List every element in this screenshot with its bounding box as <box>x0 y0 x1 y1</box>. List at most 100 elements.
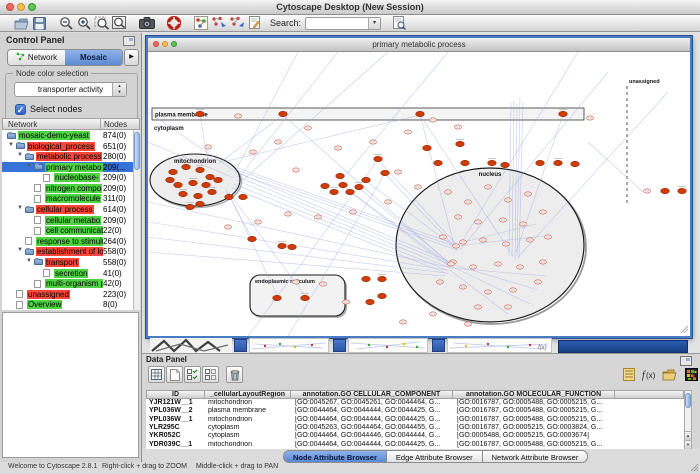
tab-mosaic[interactable]: Mosaic <box>65 50 122 65</box>
network-tree-header[interactable]: Network Nodes <box>2 118 140 130</box>
network-node[interactable] <box>501 162 510 167</box>
network-node[interactable] <box>336 173 345 178</box>
active-minimized-bar[interactable] <box>558 340 688 353</box>
table-header-cell[interactable]: ID <box>146 390 205 399</box>
tree-row[interactable]: cellular metabo209(0) <box>2 215 133 226</box>
network-node[interactable] <box>366 299 375 304</box>
annotation-icon[interactable] <box>246 15 264 31</box>
dropdown-stepper-icon[interactable]: ▲▼ <box>112 83 126 96</box>
network-node[interactable] <box>174 182 183 187</box>
network-node[interactable] <box>362 177 371 182</box>
network-node[interactable] <box>166 177 175 182</box>
overview-thumbnail[interactable] <box>150 338 232 353</box>
network-node[interactable] <box>339 182 348 187</box>
function-builder-icon[interactable]: f(x) <box>641 367 657 382</box>
network-node[interactable] <box>208 189 217 194</box>
tree-expand-icon[interactable]: ▼ <box>17 152 23 158</box>
table-row[interactable]: YLR295Ccytoplasm[GO:0045263, GO:0044464,… <box>146 424 684 432</box>
network-node[interactable] <box>273 295 282 300</box>
help-lifesaver-icon[interactable] <box>165 15 183 31</box>
tree-row[interactable]: ▼primary metabo209(... <box>2 162 133 173</box>
table-scrollbar-thumb[interactable] <box>685 393 691 408</box>
tree-expand-icon[interactable]: ▼ <box>17 247 23 253</box>
search-input[interactable]: ▾ <box>305 17 381 30</box>
network-node[interactable] <box>423 145 432 150</box>
network-window-titlebar[interactable]: primary metabolic process <box>148 38 690 52</box>
network-node[interactable] <box>416 111 425 116</box>
select-attributes-icon[interactable] <box>184 366 201 383</box>
zoom-selected-icon[interactable] <box>93 15 111 31</box>
tree-row[interactable]: ▼cellular process614(0) <box>2 204 133 215</box>
network-node[interactable] <box>661 188 670 193</box>
network-node[interactable] <box>278 243 287 248</box>
network-node[interactable] <box>571 161 580 166</box>
zoom-in-icon[interactable] <box>75 15 93 31</box>
tree-row[interactable]: response to stimulu264(0) <box>2 236 133 247</box>
network-node[interactable] <box>536 160 545 165</box>
tree-row[interactable]: ▼biological_process651(0) <box>2 141 133 152</box>
tree-scrollbar-thumb[interactable] <box>134 132 140 170</box>
region-plasma-membrane[interactable] <box>152 108 584 120</box>
table-row[interactable]: YDR039C__1mitochondrion[GO:0044464, GO:0… <box>146 441 684 449</box>
table-row[interactable]: YPL036W__2plasma membrane[GO:0044464, GO… <box>146 407 684 415</box>
tree-row[interactable]: unassigned223(0) <box>2 289 133 300</box>
tree-expand-icon[interactable]: ▼ <box>26 163 32 169</box>
tree-row[interactable]: ▼establishment of lo558(0) <box>2 246 133 257</box>
table-scrollbar[interactable]: ▲ ▼ <box>684 390 692 449</box>
tree-row[interactable]: ▼metabolic process280(0) <box>2 151 133 162</box>
network-node[interactable] <box>225 194 234 199</box>
network-node[interactable] <box>179 191 188 196</box>
network-node[interactable] <box>488 160 497 165</box>
network-node[interactable] <box>355 184 364 189</box>
tree-row[interactable]: nucleobase-209(0) <box>2 172 133 183</box>
network-node[interactable] <box>554 160 563 165</box>
network-node[interactable] <box>381 170 390 175</box>
vizmapper-icon[interactable] <box>192 15 210 31</box>
network-node[interactable] <box>196 111 205 116</box>
tab-overflow-button[interactable]: ▶ <box>124 49 139 66</box>
network-node[interactable] <box>169 169 178 174</box>
float-panel-icon[interactable] <box>123 36 135 46</box>
tree-row[interactable]: multi-organism pro42(0) <box>2 278 133 289</box>
network-node[interactable] <box>239 194 248 199</box>
network-node[interactable] <box>434 160 443 165</box>
tree-row[interactable]: mosaic-demo-yeast874(0) <box>2 130 133 141</box>
region-nucleus[interactable] <box>396 168 584 322</box>
attribute-grid-icon[interactable] <box>148 366 165 383</box>
network-node[interactable] <box>202 182 211 187</box>
network-canvas[interactable]: plasma membranecytoplasmmitochondrionnuc… <box>148 52 690 336</box>
network-node[interactable] <box>279 111 288 116</box>
tree-expand-icon[interactable]: ▼ <box>17 205 23 211</box>
network-node[interactable] <box>301 295 310 300</box>
search-doc-icon[interactable] <box>390 15 408 31</box>
table-row[interactable]: YJR121W__1mitochondrion[GO:0045267, GO:0… <box>146 399 684 407</box>
camera-icon[interactable] <box>138 15 156 31</box>
tree-expand-icon[interactable]: ▼ <box>26 258 32 264</box>
attribute-list-icon[interactable] <box>621 367 637 382</box>
resize-grip-icon[interactable] <box>689 462 699 472</box>
tree-row[interactable]: ▼transport558(0) <box>2 257 133 268</box>
table-header-cell[interactable]: annotation.GO MOLECULAR_FUNCTION <box>453 390 615 399</box>
mosaic-matrix-icon[interactable] <box>683 367 699 382</box>
node-color-dropdown[interactable]: transporter activity ▲▼ <box>14 82 127 97</box>
network-node[interactable] <box>288 244 297 249</box>
minimized-window-3[interactable]: f(x) <box>447 338 552 353</box>
zoom-fit-icon[interactable] <box>111 15 129 31</box>
network-node[interactable] <box>196 167 205 172</box>
tree-row[interactable]: cell communicat22(0) <box>2 225 133 236</box>
minimized-frame-icon[interactable] <box>432 339 445 352</box>
minimized-frame-icon[interactable] <box>333 339 346 352</box>
table-row[interactable]: YPL036W__1mitochondrion[GO:0044464, GO:0… <box>146 416 684 424</box>
table-header-cell[interactable] <box>615 390 684 399</box>
network-node[interactable] <box>194 193 203 198</box>
network-edit-icon-2[interactable] <box>228 15 246 31</box>
network-window[interactable]: primary metabolic process plasma membran… <box>146 36 692 338</box>
network-node[interactable] <box>214 177 223 182</box>
tree-expand-icon[interactable]: ▼ <box>8 142 14 148</box>
tree-row[interactable]: secretion41(0) <box>2 268 133 279</box>
network-node[interactable] <box>378 276 387 281</box>
network-node[interactable] <box>461 160 470 165</box>
save-icon[interactable] <box>30 15 48 31</box>
network-node[interactable] <box>678 188 687 193</box>
network-node[interactable] <box>362 276 371 281</box>
